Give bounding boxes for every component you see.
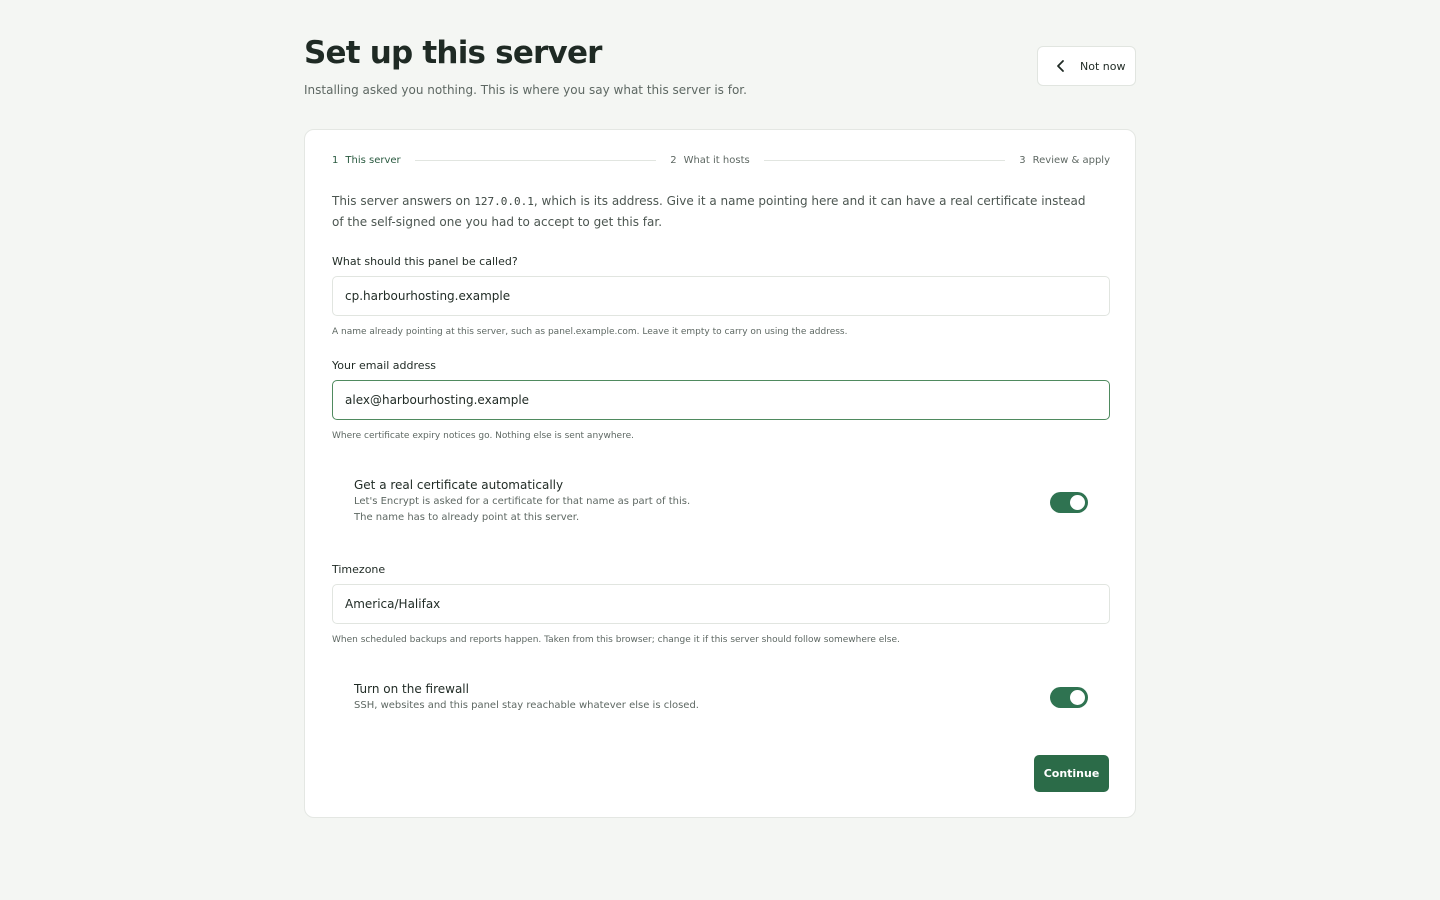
server-address: 127.0.0.1: [474, 195, 534, 208]
email-input[interactable]: [332, 380, 1110, 420]
email-label: Your email address: [332, 359, 437, 372]
step-divider: [763, 159, 1006, 161]
intro-text: This server answers on 127.0.0.1, which …: [332, 191, 1092, 232]
certificate-toggle-row: Get a real certificate automatically Let…: [354, 477, 1088, 527]
page-subtitle: Installing asked you nothing. This is wh…: [304, 83, 747, 97]
toggle-knob: [1070, 495, 1085, 510]
step-this-server: 1 This server: [332, 155, 401, 166]
not-now-label: Not now: [1080, 59, 1126, 73]
continue-button[interactable]: Continue: [1034, 755, 1109, 792]
email-hint: Where certificate expiry notices go. Not…: [332, 431, 634, 441]
step-number: 3: [1019, 154, 1026, 166]
certificate-toggle-title: Get a real certificate automatically: [354, 478, 564, 492]
step-review-apply: 3 Review & apply: [1019, 155, 1110, 166]
timezone-input[interactable]: [332, 584, 1110, 624]
certificate-toggle[interactable]: [1050, 492, 1088, 513]
intro-before: This server answers on: [332, 194, 475, 208]
step-number: 2: [670, 154, 677, 166]
chevron-left-icon: [1054, 59, 1068, 73]
firewall-toggle-row: Turn on the firewall SSH, websites and t…: [354, 681, 1088, 717]
not-now-button[interactable]: Not now: [1037, 46, 1136, 86]
toggle-knob: [1070, 690, 1085, 705]
step-divider: [414, 159, 657, 161]
page-header: Set up this server Installing asked you …: [304, 0, 1136, 130]
setup-card: 1 This server 2 What it hosts 3 Review &…: [304, 129, 1136, 818]
firewall-toggle-title: Turn on the firewall: [354, 682, 469, 696]
timezone-label: Timezone: [332, 563, 386, 576]
firewall-toggle[interactable]: [1050, 687, 1088, 708]
panel-name-input[interactable]: [332, 276, 1110, 316]
panel-name-hint: A name already pointing at this server, …: [332, 327, 848, 337]
certificate-toggle-description: Let's Encrypt is asked for a certificate…: [354, 496, 691, 523]
step-label: What it hosts: [683, 154, 750, 166]
timezone-hint: When scheduled backups and reports happe…: [332, 635, 900, 645]
panel-name-label: What should this panel be called?: [332, 255, 518, 268]
step-what-it-hosts: 2 What it hosts: [670, 155, 750, 166]
step-number: 1: [332, 154, 339, 166]
page-title: Set up this server: [304, 35, 602, 71]
setup-page: Set up this server Installing asked you …: [304, 0, 1136, 818]
step-label: Review & apply: [1032, 154, 1110, 166]
step-label: This server: [345, 154, 401, 166]
firewall-toggle-description: SSH, websites and this panel stay reacha…: [354, 700, 699, 711]
stepper: 1 This server 2 What it hosts 3 Review &…: [332, 152, 1110, 168]
